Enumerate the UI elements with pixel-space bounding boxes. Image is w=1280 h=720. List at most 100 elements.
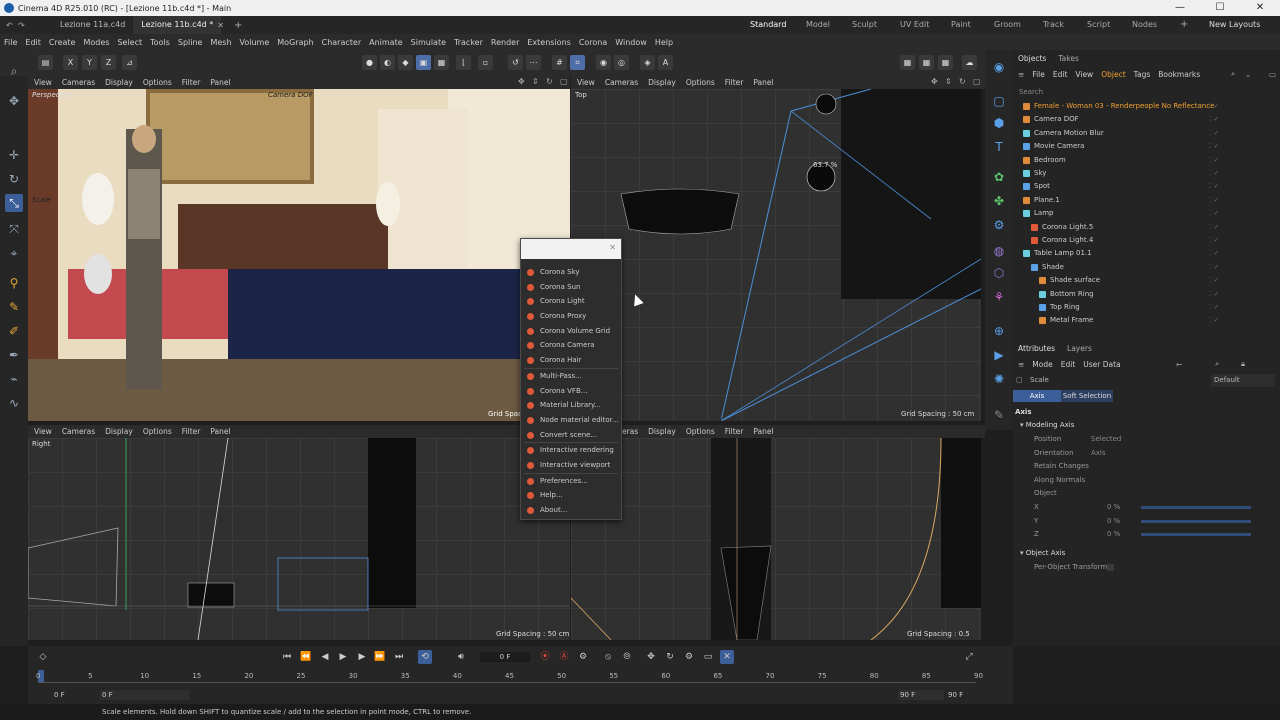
objects-menu-tags[interactable]: Tags bbox=[1134, 70, 1151, 79]
search-icon[interactable]: ⌕ bbox=[1231, 69, 1235, 79]
objects-menu-bookmarks[interactable]: Bookmarks bbox=[1158, 70, 1200, 79]
visibility-flags-icon[interactable]: ⁚ ✓ bbox=[1209, 234, 1219, 247]
vp4-panel-menu[interactable]: Panel bbox=[753, 427, 773, 436]
cloner-icon[interactable]: ✤ bbox=[990, 192, 1008, 210]
new-layouts-button[interactable]: New Layouts bbox=[1209, 16, 1260, 34]
corona-menu-item[interactable]: About... bbox=[521, 503, 621, 518]
keyframe-diamond-icon[interactable]: ◇ bbox=[36, 650, 50, 664]
layout-sculpt[interactable]: Sculpt bbox=[852, 16, 877, 34]
layout-paint[interactable]: Paint bbox=[951, 16, 971, 34]
snap-settings-icon[interactable]: ⋯ bbox=[526, 55, 541, 70]
next-key-icon[interactable]: ⏩ bbox=[373, 650, 387, 664]
visibility-flags-icon[interactable]: ⁚ ✓ bbox=[1209, 288, 1219, 301]
tab-lezione-11a[interactable]: Lezione 11a.c4d bbox=[52, 16, 133, 34]
menu-animate[interactable]: Animate bbox=[369, 38, 403, 47]
snap-icon[interactable]: ↺ bbox=[508, 55, 523, 70]
minimize-button[interactable]: — bbox=[1160, 0, 1200, 16]
attributes-menu-edit[interactable]: Edit bbox=[1061, 360, 1076, 369]
visibility-flags-icon[interactable]: ⁚ ✓ bbox=[1209, 180, 1219, 193]
corona-menu-item[interactable]: Corona Sky bbox=[521, 265, 621, 280]
object-tree-row[interactable]: Top Ring ⁚ ✓ bbox=[1013, 301, 1280, 314]
tab-layers[interactable]: Layers bbox=[1067, 344, 1092, 353]
back-arrow-icon[interactable]: ← bbox=[1176, 360, 1182, 369]
objects-menu-file[interactable]: File bbox=[1032, 70, 1045, 79]
vp2-panel-menu[interactable]: Panel bbox=[753, 78, 773, 87]
field-icon[interactable]: ◍ bbox=[990, 242, 1008, 260]
timeline-settings-icon[interactable]: ⤢ bbox=[962, 650, 976, 664]
layout-model[interactable]: Model bbox=[806, 16, 830, 34]
render-view-icon[interactable]: ▦ bbox=[900, 55, 915, 70]
grid-snap-icon[interactable]: ⌗ bbox=[570, 55, 585, 70]
maximize-button[interactable]: ☐ bbox=[1200, 0, 1240, 16]
object-tree-row[interactable]: Shade surface ⁚ ✓ bbox=[1013, 274, 1280, 287]
attribute-slider[interactable] bbox=[1141, 519, 1251, 523]
corona-menu-item[interactable]: Interactive rendering bbox=[521, 443, 621, 458]
end-frame-field[interactable]: 90 F bbox=[948, 690, 988, 700]
vp1-rotate-view-icon[interactable]: ↻ bbox=[546, 77, 556, 87]
vp4-options-menu[interactable]: Options bbox=[686, 427, 715, 436]
corona-menu-item[interactable]: Corona Sun bbox=[521, 280, 621, 295]
menu-simulate[interactable]: Simulate bbox=[411, 38, 446, 47]
tab-objects[interactable]: Objects bbox=[1018, 54, 1046, 63]
objects-menu-object[interactable]: Object bbox=[1101, 70, 1125, 79]
edges-mode-icon[interactable]: ◐ bbox=[380, 55, 395, 70]
light-icon[interactable]: ✺ bbox=[990, 370, 1008, 388]
vp3-options-menu[interactable]: Options bbox=[143, 427, 172, 436]
axis-tool-icon[interactable]: ⌖ bbox=[5, 244, 23, 262]
object-tree-row[interactable]: Camera Motion Blur ⁚ ✓ bbox=[1013, 127, 1280, 140]
objects-menu-edit[interactable]: Edit bbox=[1053, 70, 1068, 79]
menu-create[interactable]: Create bbox=[49, 38, 76, 47]
layout-nodes[interactable]: Nodes bbox=[1132, 16, 1157, 34]
paint-tool-icon[interactable]: ✐ bbox=[5, 322, 23, 340]
visibility-flags-icon[interactable]: ⁚ ✓ bbox=[1209, 301, 1219, 314]
viewport-tools-icon[interactable]: ▤ bbox=[38, 55, 53, 70]
object-tree-row[interactable]: Corona Light.4 ⁚ ✓ bbox=[1013, 234, 1280, 247]
visibility-flags-icon[interactable]: ⁚ ✓ bbox=[1209, 221, 1219, 234]
corona-menu-item[interactable]: Corona Hair bbox=[521, 353, 621, 368]
attributes-menu-user-data[interactable]: User Data bbox=[1083, 360, 1120, 369]
corona-menu-item[interactable]: Help... bbox=[521, 488, 621, 503]
object-tree-row[interactable]: Bottom Ring ⁚ ✓ bbox=[1013, 288, 1280, 301]
cube-icon[interactable]: ▢ bbox=[990, 92, 1008, 110]
autokey-icon[interactable]: Ⓐ bbox=[557, 650, 571, 664]
object-tree-row[interactable]: Metal Frame ⁚ ✓ bbox=[1013, 314, 1280, 327]
symmetry-icon[interactable]: ◎ bbox=[614, 55, 629, 70]
object-tree-row[interactable]: Corona Light.5 ⁚ ✓ bbox=[1013, 221, 1280, 234]
menu-file[interactable]: File bbox=[4, 38, 17, 47]
primitive-cube-icon[interactable]: ⬢ bbox=[990, 114, 1008, 132]
hamburger-icon[interactable]: ≡ bbox=[1018, 360, 1024, 369]
scale-key-icon[interactable]: ⚙ bbox=[682, 650, 696, 664]
vp1-zoom-view-icon[interactable]: ⇕ bbox=[532, 77, 542, 87]
vp2-maximize-view-icon[interactable]: ▢ bbox=[973, 77, 983, 87]
vp2-cameras-menu[interactable]: Cameras bbox=[605, 78, 638, 87]
vp1-filter-menu[interactable]: Filter bbox=[182, 78, 201, 87]
front-viewport[interactable]: Grid Spacing : 0.5 cm bbox=[571, 438, 981, 640]
workplane-icon[interactable]: # bbox=[552, 55, 567, 70]
vp4-display-menu[interactable]: Display bbox=[648, 427, 676, 436]
vp3-filter-menu[interactable]: Filter bbox=[182, 427, 201, 436]
layout-script[interactable]: Script bbox=[1087, 16, 1110, 34]
vp1-view-menu[interactable]: View bbox=[34, 78, 52, 87]
corona-menu-item[interactable]: Corona Volume Grid bbox=[521, 324, 621, 339]
visibility-flags-icon[interactable]: ⁚ ✓ bbox=[1209, 207, 1219, 220]
paint-brush-icon[interactable]: ✎ bbox=[990, 406, 1008, 424]
corona-menu-item[interactable]: Preferences... bbox=[521, 474, 621, 489]
z-axis-lock-button[interactable]: Z bbox=[101, 55, 116, 70]
per-object-transform-checkbox[interactable] bbox=[1107, 564, 1114, 571]
add-layout-icon[interactable]: + bbox=[1180, 16, 1188, 34]
vp3-display-menu[interactable]: Display bbox=[105, 427, 133, 436]
vp2-view-menu[interactable]: View bbox=[577, 78, 595, 87]
corona-menu-item[interactable]: Corona Camera bbox=[521, 338, 621, 353]
object-tree-row[interactable]: Spot ⁚ ✓ bbox=[1013, 180, 1280, 193]
deformer-icon[interactable]: ⚙ bbox=[990, 216, 1008, 234]
transform-tool-icon[interactable]: ⤧ bbox=[5, 220, 23, 238]
goto-start-icon[interactable]: ⏮ bbox=[280, 650, 294, 664]
visibility-flags-icon[interactable]: ⁚ ✓ bbox=[1209, 194, 1219, 207]
volume-icon[interactable]: ⬡ bbox=[990, 264, 1008, 282]
attribute-value[interactable]: 0 % bbox=[1107, 515, 1120, 528]
object-tree-row[interactable]: Table Lamp 01.1 ⁚ ✓ bbox=[1013, 247, 1280, 260]
preview-start-field[interactable]: 0 F bbox=[100, 690, 190, 700]
vp3-cameras-menu[interactable]: Cameras bbox=[62, 427, 95, 436]
brush-tool-icon[interactable]: ✎ bbox=[5, 298, 23, 316]
visibility-flags-icon[interactable]: ⁚ ✓ bbox=[1209, 261, 1219, 274]
